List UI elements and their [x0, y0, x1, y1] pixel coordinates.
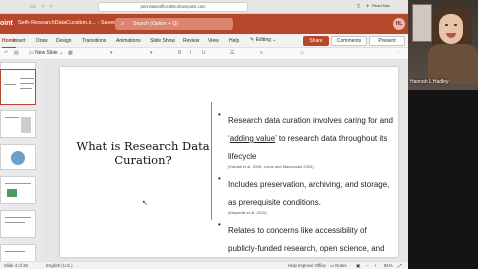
sidebar-icon[interactable]: ▭ [30, 3, 36, 11]
screen: ▭ ‹ › pennstateoffice365.sharepoint.com … [0, 0, 478, 269]
undo-icon[interactable]: ↶ [4, 50, 8, 56]
document-title[interactable]: Seth-ResearchDataCuration.x... - Saved [18, 20, 116, 26]
status-bar: Slide 4 of 20 English (U.S.) Help Improv… [0, 261, 408, 269]
slide-title[interactable]: What is Research Data Curation? [68, 139, 218, 167]
eye [445, 24, 448, 26]
language-status[interactable]: English (U.S.) [46, 263, 73, 268]
window-label: Read Mac [372, 3, 391, 8]
view-normal-icon[interactable]: ▣ [356, 263, 360, 269]
italic-icon[interactable]: I [190, 50, 191, 56]
search-icon: ⌕ [121, 21, 125, 27]
wall-art [412, 4, 432, 42]
office-title-bar: oint Seth-ResearchDataCuration.x... - Sa… [0, 14, 408, 34]
shapes-icon[interactable]: ◇ [300, 50, 304, 56]
command-toolbar: ↶ ▤ ▭ New Slide ⌄ ▦ ▾ ▾ B I U ☰ ≡ ◇ ⋯ [0, 48, 408, 60]
forward-icon[interactable]: › [50, 3, 52, 11]
ribbon-tabs: Home Insert Draw Design Transitions Anim… [0, 34, 408, 48]
slide-thumbnail[interactable] [0, 144, 36, 170]
app-name: oint [0, 20, 13, 27]
webcam-feed: Hannah L Hadley [408, 0, 478, 269]
comments-button[interactable]: Comments [331, 36, 367, 46]
bullet-item: Research data curation involves caring f… [217, 110, 397, 169]
tab-transitions[interactable]: Transitions [82, 38, 106, 44]
bullets-icon[interactable]: ☰ [230, 50, 234, 56]
participant-name: Hannah L Hadley [410, 79, 449, 85]
help-improve-link[interactable]: Help Improve Office [288, 263, 326, 268]
slide-bullet-list[interactable]: Research data curation involves caring f… [217, 110, 397, 269]
eye [454, 24, 457, 26]
slide-divider [211, 102, 212, 220]
zoom-out-icon[interactable]: − [366, 263, 369, 268]
mouth [446, 33, 456, 38]
participant-body [428, 44, 478, 84]
current-slide[interactable]: What is Research Data Curation? Research… [60, 67, 398, 269]
slide-thumbnail[interactable] [0, 210, 36, 238]
webcam-empty-area [408, 90, 478, 269]
notes-label: Notes [335, 263, 347, 268]
tab-draw[interactable]: Draw [36, 38, 48, 44]
slide-count: Slide 4 of 20 [4, 263, 28, 268]
present-button[interactable]: Present [369, 36, 405, 46]
align-icon[interactable]: ≡ [260, 50, 263, 56]
bullet-text: Includes preservation, archiving, and st… [228, 180, 390, 207]
slide-thumbnail[interactable] [0, 244, 36, 262]
participant-face [439, 14, 463, 44]
share-icon[interactable]: ⇧ [356, 2, 361, 12]
slide-thumbnail[interactable] [0, 176, 36, 204]
slide-thumbnail[interactable] [0, 110, 36, 138]
browser-toolbar: ▭ ‹ › pennstateoffice365.sharepoint.com … [0, 0, 408, 14]
slide-thumbnail-selected[interactable] [0, 69, 36, 105]
mouse-cursor-icon: ↖ [142, 200, 148, 207]
back-icon[interactable]: ‹ [42, 3, 44, 11]
bullet-text: Research data curation involves caring f… [228, 116, 393, 161]
bullet-citation: (Kanaiti et al. 2008, Lorde and Macdonal… [228, 164, 314, 169]
avatar[interactable]: HL [393, 18, 405, 30]
font-dropdown-icon[interactable]: ▾ [110, 50, 113, 56]
notes-toggle[interactable]: ▭ Notes [330, 263, 347, 269]
new-tab-icon[interactable]: + [366, 2, 370, 12]
slide-canvas: What is Research Data Curation? Research… [42, 60, 408, 269]
zoom-in-icon[interactable]: + [374, 263, 377, 268]
font-size-dropdown-icon[interactable]: ▾ [150, 50, 153, 56]
tab-slide-show[interactable]: Slide Show [150, 38, 175, 44]
tab-review[interactable]: Review [183, 38, 199, 44]
tab-animations[interactable]: Animations [116, 38, 141, 44]
layout-icon[interactable]: ▦ [68, 50, 73, 56]
tab-help[interactable]: Help [229, 38, 239, 44]
bullet-item: Includes preservation, archiving, and st… [217, 174, 397, 215]
address-bar[interactable]: pennstateoffice365.sharepoint.com [98, 2, 248, 12]
search-placeholder: Search (Option + Q) [133, 21, 178, 27]
bullet-citation: (Mayernik et al. 2015) [228, 210, 267, 215]
share-button[interactable]: Share [303, 36, 329, 46]
search-input[interactable]: ⌕ Search (Option + Q) [115, 18, 233, 30]
editing-label: Editing [255, 37, 271, 43]
new-slide-label: New Slide [35, 50, 58, 56]
tab-design[interactable]: Design [56, 38, 72, 44]
bold-icon[interactable]: B [178, 50, 181, 56]
underline-icon[interactable]: U [202, 50, 206, 56]
editing-mode-dropdown[interactable]: ✎ Editing ⌄ [250, 37, 276, 43]
slide-thumbnail-pane [0, 60, 42, 262]
new-slide-button[interactable]: ▭ New Slide ⌄ [29, 50, 63, 56]
tab-view[interactable]: View [208, 38, 219, 44]
tab-insert[interactable]: Insert [13, 38, 26, 44]
zoom-level[interactable]: 81% [384, 263, 393, 268]
webcam-video: Hannah L Hadley [408, 0, 478, 90]
fit-slide-icon[interactable]: ⤢ [398, 263, 401, 268]
bullet-underlined-text: adding value [229, 134, 276, 143]
browser-window: ▭ ‹ › pennstateoffice365.sharepoint.com … [0, 0, 408, 269]
clipboard-icon[interactable]: ▤ [14, 50, 19, 56]
more-options-icon[interactable]: ⋯ [396, 50, 401, 56]
